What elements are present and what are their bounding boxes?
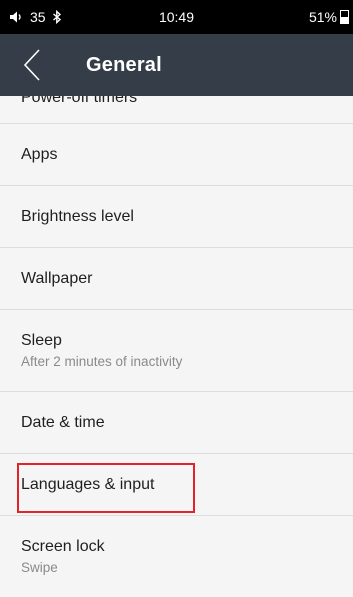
back-button[interactable] [12, 44, 52, 86]
status-bar: 35 10:49 51% [0, 0, 353, 34]
list-item-sleep[interactable]: Sleep After 2 minutes of inactivity [0, 310, 353, 392]
status-time: 10:49 [158, 9, 195, 25]
list-item-label: Wallpaper [21, 270, 93, 287]
page-title: General [86, 54, 162, 76]
list-item-label: Sleep [21, 332, 62, 349]
list-item-label: Brightness level [21, 208, 134, 225]
app-bar: General [0, 34, 353, 96]
list-item-screen-lock[interactable]: Screen lock Swipe [0, 516, 353, 597]
status-right: 51% [309, 9, 349, 25]
list-item-label: Date & time [21, 414, 105, 431]
list-item-wallpaper[interactable]: Wallpaper [0, 248, 353, 310]
list-item-date-time[interactable]: Date & time [0, 392, 353, 454]
battery-percent: 51% [308, 9, 337, 25]
list-item-subtitle: Swipe [21, 560, 58, 575]
list-item-label: Screen lock [21, 538, 105, 555]
list-item-label: Apps [21, 146, 58, 163]
highlight-box [17, 463, 195, 513]
list-item-power-off-timers[interactable]: Power-off timers [0, 96, 353, 124]
battery-charging-icon [340, 10, 349, 24]
settings-list: Power-off timers Apps Brightness level W… [0, 96, 353, 597]
list-item-apps[interactable]: Apps [0, 124, 353, 186]
chevron-left-icon [23, 49, 40, 81]
list-item-brightness-level[interactable]: Brightness level [0, 186, 353, 248]
list-item-subtitle: After 2 minutes of inactivity [21, 354, 183, 369]
list-item-label: Power-off timers [21, 96, 138, 106]
